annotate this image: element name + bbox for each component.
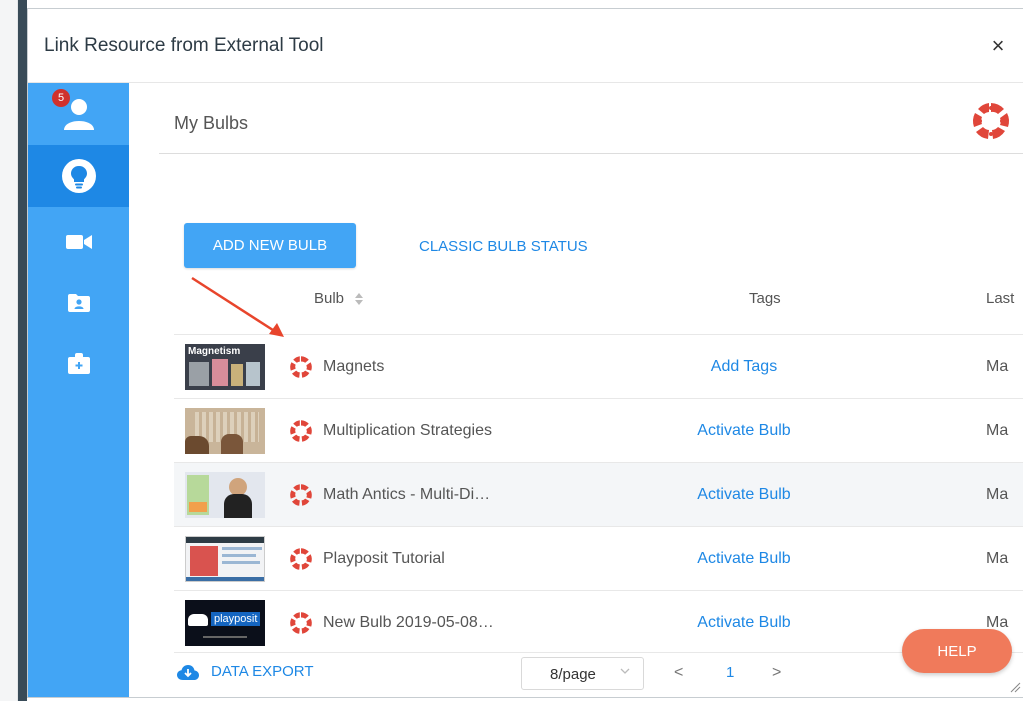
previous-page-button[interactable]: < [674, 664, 683, 682]
help-button[interactable]: HELP [902, 629, 1012, 673]
cloud-download-icon [177, 664, 199, 680]
canvas-logo-icon [971, 101, 1011, 146]
column-header-bulb[interactable]: Bulb [314, 290, 364, 307]
close-button[interactable]: × [983, 31, 1013, 61]
bulbs-content: My Bulbs ADD NEW BULB CLASSIC BULB STATU… [129, 83, 1023, 697]
dialog-title: Link Resource from External Tool [44, 35, 324, 56]
folder-user-icon [67, 293, 90, 312]
last-modified: Ma [986, 422, 1009, 439]
canvas-logo-icon [289, 611, 313, 640]
bulb-thumbnail: Magnetism [185, 344, 265, 390]
current-page[interactable]: 1 [726, 664, 734, 681]
sidebar-item-profile[interactable]: 5 [28, 83, 129, 145]
background-nav-edge [18, 0, 27, 701]
page-size-select[interactable]: 8/page [521, 657, 644, 690]
chevron-down-icon [620, 668, 630, 674]
data-export-button[interactable]: DATA EXPORT [177, 663, 314, 680]
canvas-logo-icon [289, 547, 313, 576]
column-header-bulb-label: Bulb [314, 290, 345, 307]
bulb-title[interactable]: Math Antics - Multi-Di… [323, 486, 490, 504]
table-row[interactable]: playposit New Bulb 2019-05-08… Activate … [174, 590, 1023, 652]
last-modified: Ma [986, 550, 1009, 567]
column-header-last[interactable]: Last [986, 290, 1014, 307]
canvas-logo-icon [289, 483, 313, 512]
activate-bulb-link[interactable]: Activate Bulb [664, 614, 824, 632]
canvas-logo-icon [289, 355, 313, 384]
bulb-thumbnail [185, 408, 265, 454]
video-camera-icon [65, 235, 92, 249]
sidebar-item-assignments[interactable] [28, 333, 129, 395]
canvas-logo-icon [289, 419, 313, 448]
bulbs-sidebar: 5 [28, 83, 129, 697]
briefcase-icon [67, 353, 90, 374]
last-modified: Ma [986, 486, 1009, 503]
add-tags-link[interactable]: Add Tags [664, 358, 824, 376]
column-header-tags: Tags [749, 290, 781, 307]
screen: Link Resource from External Tool × 5 My … [0, 0, 1023, 701]
dialog-header: Link Resource from External Tool × [28, 9, 1023, 83]
resize-handle-icon[interactable] [1009, 681, 1021, 693]
bulb-title[interactable]: Multiplication Strategies [323, 422, 492, 440]
thumbnail-caption: playposit [211, 612, 261, 626]
sort-icon [355, 293, 364, 306]
background-page-strip [0, 0, 18, 701]
add-new-bulb-button[interactable]: ADD NEW BULB [184, 223, 356, 268]
bulb-thumbnail [185, 472, 265, 518]
footer-divider [174, 652, 1023, 653]
sidebar-item-bulbs[interactable] [28, 145, 129, 207]
bulb-thumbnail: playposit [185, 600, 265, 646]
last-modified: Ma [986, 358, 1009, 375]
page-title: My Bulbs [174, 113, 249, 133]
table-row[interactable]: Math Antics - Multi-Di… Activate Bulb Ma [174, 462, 1023, 526]
external-tool-dialog: Link Resource from External Tool × 5 My … [27, 8, 1023, 698]
activate-bulb-link[interactable]: Activate Bulb [664, 422, 824, 440]
table-row[interactable]: Multiplication Strategies Activate Bulb … [174, 398, 1023, 462]
bulb-thumbnail [185, 536, 265, 582]
activate-bulb-link[interactable]: Activate Bulb [664, 550, 824, 568]
thumbnail-caption: Magnetism [188, 346, 241, 357]
page-size-value: 8/page [550, 666, 596, 683]
activate-bulb-link[interactable]: Activate Bulb [664, 486, 824, 504]
notification-badge: 5 [52, 89, 70, 107]
bulb-title[interactable]: New Bulb 2019-05-08… [323, 614, 494, 632]
header-divider [159, 153, 1023, 154]
sidebar-item-folders[interactable] [28, 271, 129, 333]
table-row[interactable]: Playposit Tutorial Activate Bulb Ma [174, 526, 1023, 590]
table-row[interactable]: Magnetism Magnets Add Tags Ma [174, 334, 1023, 398]
lightbulb-icon [61, 159, 96, 193]
bulb-title[interactable]: Magnets [323, 358, 384, 376]
next-page-button[interactable]: > [772, 664, 781, 682]
data-export-label: DATA EXPORT [211, 663, 314, 680]
bulb-title[interactable]: Playposit Tutorial [323, 550, 445, 568]
classic-bulb-status-link[interactable]: CLASSIC BULB STATUS [419, 238, 588, 255]
sidebar-item-videos[interactable] [28, 211, 129, 273]
